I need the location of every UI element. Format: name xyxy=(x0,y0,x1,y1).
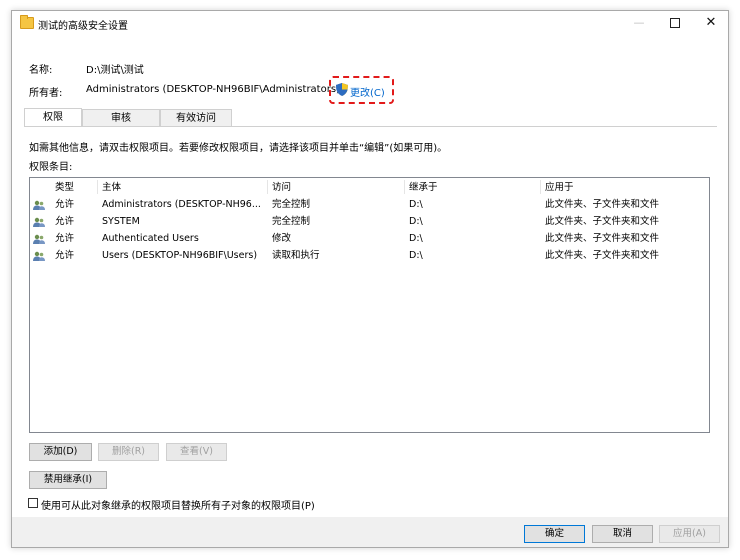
cell-type: 允许 xyxy=(55,216,75,227)
cell-principal: Authenticated Users xyxy=(102,233,199,244)
cell-inherited-from: D:\ xyxy=(409,233,423,244)
replace-child-permissions-checkbox[interactable] xyxy=(28,498,38,508)
maximize-icon xyxy=(670,18,680,28)
column-header-access[interactable]: 访问 xyxy=(272,180,291,195)
users-icon xyxy=(33,251,45,261)
cell-applies-to: 此文件夹、子文件夹和文件 xyxy=(545,233,660,244)
cancel-button[interactable]: 取消 xyxy=(592,525,653,543)
view-button[interactable]: 查看(V) xyxy=(166,443,227,461)
maximize-button[interactable] xyxy=(657,11,693,35)
permission-entries-list[interactable]: 类型 主体 访问 继承于 应用于 允许 Administrators (DESK… xyxy=(29,177,710,433)
tab-auditing[interactable]: 审核 xyxy=(82,109,160,126)
tab-effective-access[interactable]: 有效访问 xyxy=(160,109,232,126)
ok-button[interactable]: 确定 xyxy=(524,525,585,543)
title-bar: 测试的高级安全设置 — ✕ xyxy=(12,11,728,35)
apply-button[interactable]: 应用(A) xyxy=(659,525,720,543)
cell-principal: Users (DESKTOP-NH96BIF\Users) xyxy=(102,250,258,261)
close-button[interactable]: ✕ xyxy=(693,11,729,35)
entries-label: 权限条目: xyxy=(29,162,73,173)
cell-principal: SYSTEM xyxy=(102,216,140,227)
owner-label: 所有者: xyxy=(29,88,63,99)
cell-inherited-from: D:\ xyxy=(409,216,423,227)
users-icon xyxy=(33,234,45,244)
cell-inherited-from: D:\ xyxy=(409,199,423,210)
column-header-inherited-from[interactable]: 继承于 xyxy=(409,180,438,195)
cell-applies-to: 此文件夹、子文件夹和文件 xyxy=(545,250,660,261)
tab-divider xyxy=(24,126,717,127)
table-row[interactable]: 允许 Authenticated Users 修改 D:\ 此文件夹、子文件夹和… xyxy=(30,231,709,247)
name-label: 名称: xyxy=(29,65,53,76)
remove-button[interactable]: 删除(R) xyxy=(98,443,159,461)
column-header-principal[interactable]: 主体 xyxy=(102,180,121,195)
add-button[interactable]: 添加(D) xyxy=(29,443,92,461)
advanced-security-settings-window: 测试的高级安全设置 — ✕ 名称: D:\测试\测试 所有者: Administ… xyxy=(11,10,729,548)
folder-icon xyxy=(20,15,34,29)
window-title: 测试的高级安全设置 xyxy=(38,21,128,32)
cell-access: 完全控制 xyxy=(272,216,311,227)
cell-principal: Administrators (DESKTOP-NH96... xyxy=(102,199,261,210)
cell-applies-to: 此文件夹、子文件夹和文件 xyxy=(545,216,660,227)
replace-child-permissions-label[interactable]: 使用可从此对象继承的权限项目替换所有子对象的权限项目(P) xyxy=(41,497,315,512)
cell-type: 允许 xyxy=(55,233,75,244)
tab-permissions[interactable]: 权限 xyxy=(24,108,82,127)
column-separator xyxy=(404,180,405,194)
cell-access: 完全控制 xyxy=(272,199,311,210)
column-separator xyxy=(267,180,268,194)
column-separator xyxy=(540,180,541,194)
highlight-box xyxy=(329,76,394,104)
cell-access: 读取和执行 xyxy=(272,250,320,261)
cell-type: 允许 xyxy=(55,199,75,210)
disable-inheritance-button[interactable]: 禁用继承(I) xyxy=(29,471,107,489)
cell-type: 允许 xyxy=(55,250,75,261)
cell-access: 修改 xyxy=(272,233,292,244)
cell-inherited-from: D:\ xyxy=(409,250,423,261)
table-row[interactable]: 允许 Users (DESKTOP-NH96BIF\Users) 读取和执行 D… xyxy=(30,248,709,264)
users-icon xyxy=(33,217,45,227)
minimize-button[interactable]: — xyxy=(621,11,657,35)
hint-text: 如需其他信息，请双击权限项目。若要修改权限项目，请选择该项目并单击“编辑”(如果… xyxy=(29,143,448,154)
name-value: D:\测试\测试 xyxy=(86,65,144,76)
table-row[interactable]: 允许 Administrators (DESKTOP-NH96... 完全控制 … xyxy=(30,197,709,213)
column-separator xyxy=(97,180,98,194)
cell-applies-to: 此文件夹、子文件夹和文件 xyxy=(545,199,660,210)
table-row[interactable]: 允许 SYSTEM 完全控制 D:\ 此文件夹、子文件夹和文件 xyxy=(30,214,709,230)
column-header-applies-to[interactable]: 应用于 xyxy=(545,180,574,195)
users-icon xyxy=(33,200,45,210)
column-header-type[interactable]: 类型 xyxy=(55,180,74,195)
owner-value: Administrators (DESKTOP-NH96BIF\Administ… xyxy=(86,84,340,95)
